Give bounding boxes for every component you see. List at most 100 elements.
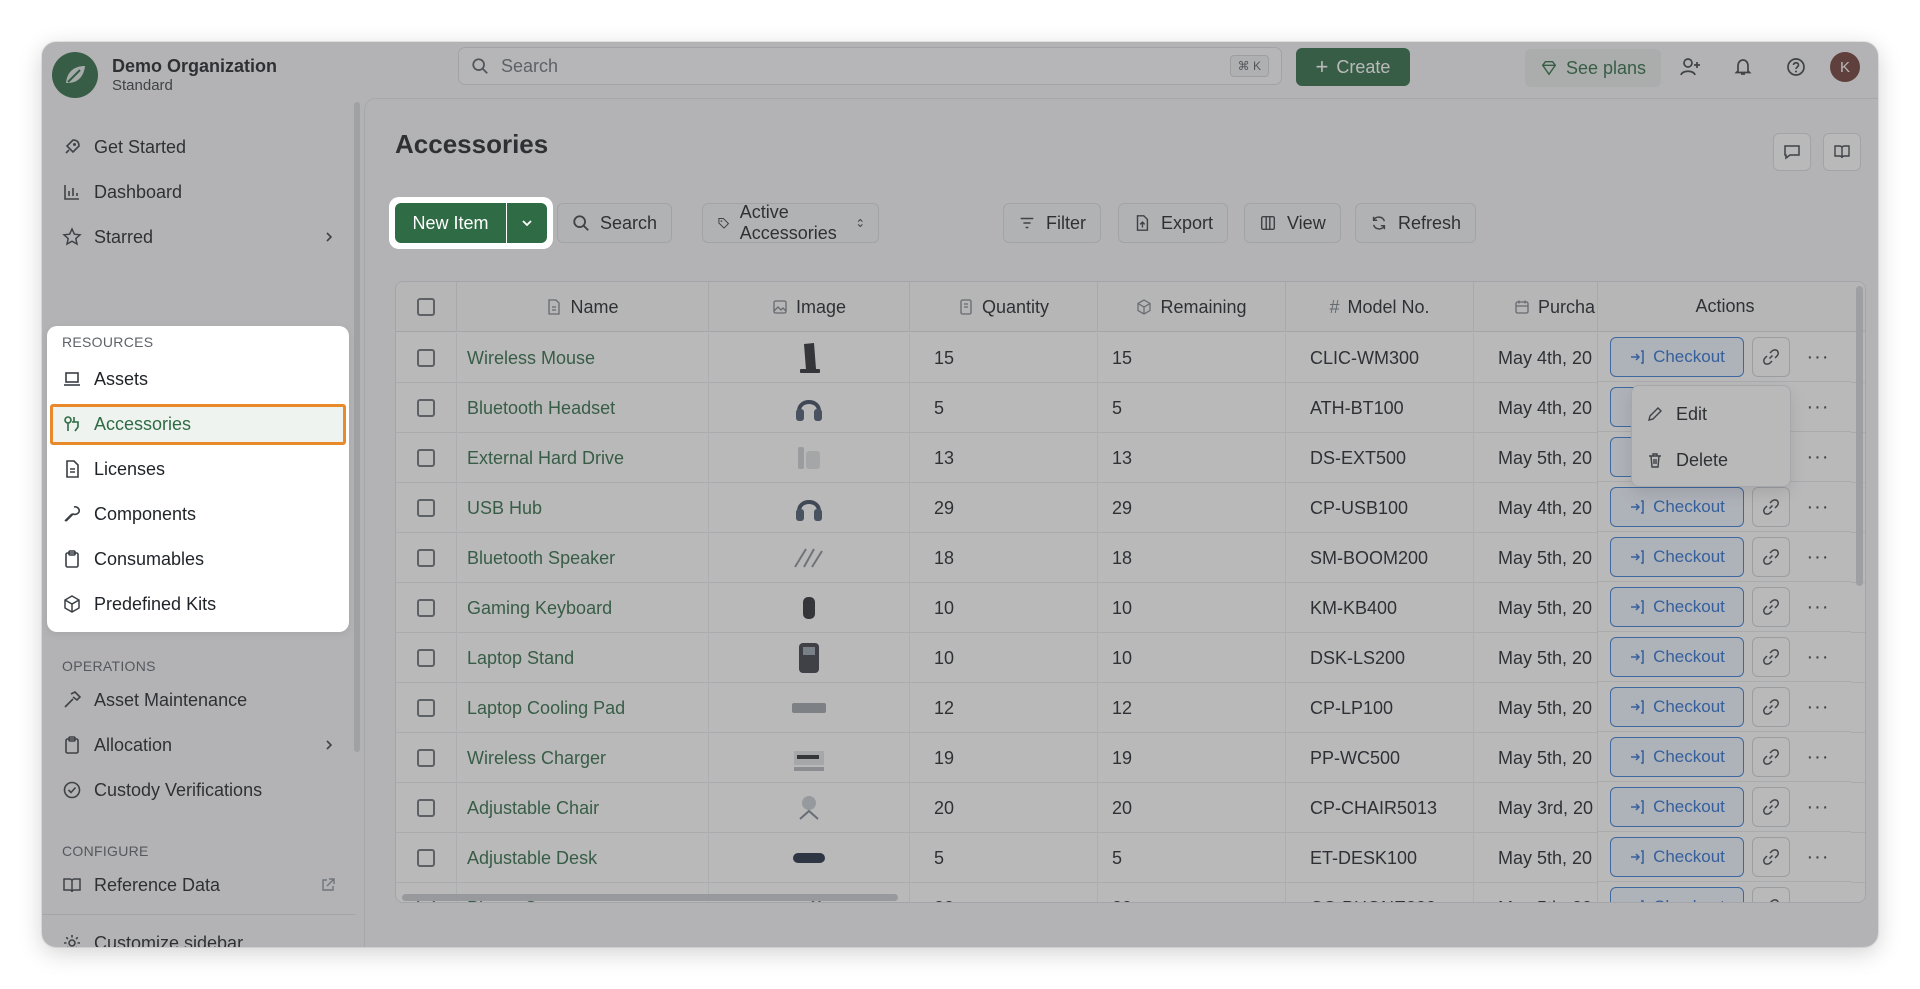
row-checkbox[interactable]	[417, 599, 435, 617]
help-icon[interactable]	[1783, 54, 1809, 80]
sidebar-item-allocation[interactable]: Allocation	[62, 730, 336, 760]
more-actions-icon[interactable]: ···	[1802, 837, 1834, 877]
link-button[interactable]	[1752, 337, 1790, 377]
row-checkbox[interactable]	[417, 699, 435, 717]
row-checkbox[interactable]	[417, 849, 435, 867]
row-checkbox[interactable]	[417, 799, 435, 817]
customize-sidebar-button[interactable]: Customize sidebar	[62, 928, 243, 947]
sidebar-item-consumables[interactable]: Consumables	[62, 544, 204, 574]
item-thumbnail[interactable]	[709, 683, 910, 733]
checkout-button[interactable]: Checkout	[1610, 737, 1744, 777]
sidebar-item-asset-maintenance[interactable]: Asset Maintenance	[62, 685, 247, 715]
menu-item-edit[interactable]: Edit	[1646, 399, 1707, 429]
create-button[interactable]: + Create	[1296, 48, 1410, 86]
more-actions-icon[interactable]: ···	[1802, 537, 1834, 577]
global-search-input[interactable]: Search ⌘ K	[458, 47, 1282, 85]
more-actions-icon[interactable]: ···	[1802, 687, 1834, 727]
row-checkbox[interactable]	[417, 649, 435, 667]
row-checkbox[interactable]	[417, 749, 435, 767]
checkout-button[interactable]: Checkout	[1610, 337, 1744, 377]
column-header-remaining[interactable]: Remaining	[1098, 282, 1286, 332]
item-thumbnail[interactable]	[709, 383, 910, 433]
item-thumbnail[interactable]	[709, 483, 910, 533]
item-name-link[interactable]: Wireless Mouse	[457, 333, 709, 383]
row-checkbox[interactable]	[417, 399, 435, 417]
item-thumbnail[interactable]	[709, 733, 910, 783]
link-button[interactable]	[1752, 887, 1790, 902]
link-button[interactable]	[1752, 737, 1790, 777]
filter-button[interactable]: Filter	[1003, 203, 1101, 243]
row-checkbox[interactable]	[417, 499, 435, 517]
item-thumbnail[interactable]	[709, 333, 910, 383]
item-name-link[interactable]: Adjustable Chair	[457, 783, 709, 833]
checkout-button[interactable]: Checkout	[1610, 637, 1744, 677]
checkout-button[interactable]: Checkout	[1610, 887, 1744, 902]
item-name-link[interactable]: USB Hub	[457, 483, 709, 533]
more-actions-icon[interactable]: ···	[1802, 637, 1834, 677]
more-actions-icon[interactable]: ···	[1802, 337, 1834, 377]
more-actions-icon[interactable]: ···	[1802, 487, 1834, 527]
more-actions-icon[interactable]: ···	[1802, 587, 1834, 627]
sidebar-scrollbar[interactable]	[354, 102, 360, 752]
link-button[interactable]	[1752, 637, 1790, 677]
item-thumbnail[interactable]	[709, 583, 910, 633]
item-name-link[interactable]: External Hard Drive	[457, 433, 709, 483]
new-item-button[interactable]: New Item	[395, 203, 506, 243]
new-item-dropdown-button[interactable]	[507, 203, 547, 243]
sidebar-item-starred[interactable]: Starred	[62, 222, 336, 252]
sidebar-item-reference-data[interactable]: Reference Data	[62, 870, 336, 900]
column-header-image[interactable]: Image	[709, 282, 910, 332]
docs-book-icon[interactable]	[1823, 133, 1861, 171]
checkout-button[interactable]: Checkout	[1610, 837, 1744, 877]
view-button[interactable]: View	[1244, 203, 1341, 243]
column-header-name[interactable]: Name	[457, 282, 709, 332]
checkout-button[interactable]: Checkout	[1610, 537, 1744, 577]
saved-view-select[interactable]: Active Accessories	[702, 202, 880, 243]
link-button[interactable]	[1752, 487, 1790, 527]
export-button[interactable]: Export	[1118, 203, 1229, 243]
item-thumbnail[interactable]	[709, 533, 910, 583]
bell-icon[interactable]	[1730, 54, 1756, 80]
sidebar-item-get-started[interactable]: Get Started	[62, 132, 186, 162]
sidebar-item-assets[interactable]: Assets	[62, 364, 148, 394]
more-actions-icon[interactable]: ···	[1802, 387, 1834, 427]
more-actions-icon[interactable]: ···	[1802, 437, 1834, 477]
link-button[interactable]	[1752, 537, 1790, 577]
see-plans-button[interactable]: See plans	[1525, 49, 1661, 87]
column-header-purchase[interactable]: Purcha	[1474, 282, 1597, 332]
item-thumbnail[interactable]	[709, 633, 910, 683]
select-all-checkbox[interactable]	[417, 298, 435, 316]
item-name-link[interactable]: Bluetooth Speaker	[457, 533, 709, 583]
sidebar-item-accessories[interactable]: Accessories	[62, 409, 191, 439]
item-thumbnail[interactable]	[709, 433, 910, 483]
comment-icon[interactable]	[1773, 133, 1811, 171]
search-button[interactable]: Search	[557, 203, 673, 243]
item-name-link[interactable]: Laptop Stand	[457, 633, 709, 683]
item-name-link[interactable]: Wireless Charger	[457, 733, 709, 783]
sidebar-item-components[interactable]: Components	[62, 499, 196, 529]
more-actions-icon[interactable]: ···	[1802, 887, 1834, 903]
link-button[interactable]	[1752, 787, 1790, 827]
more-actions-icon[interactable]: ···	[1802, 787, 1834, 827]
link-button[interactable]	[1752, 687, 1790, 727]
row-checkbox[interactable]	[417, 449, 435, 467]
menu-item-delete[interactable]: Delete	[1646, 445, 1728, 475]
column-header-model[interactable]: # Model No.	[1286, 282, 1474, 332]
item-name-link[interactable]: Adjustable Desk	[457, 833, 709, 883]
link-button[interactable]	[1752, 587, 1790, 627]
item-name-link[interactable]: Gaming Keyboard	[457, 583, 709, 633]
item-thumbnail[interactable]	[709, 783, 910, 833]
more-actions-icon[interactable]: ···	[1802, 737, 1834, 777]
checkout-button[interactable]: Checkout	[1610, 687, 1744, 727]
item-name-link[interactable]: Laptop Cooling Pad	[457, 683, 709, 733]
sidebar-item-dashboard[interactable]: Dashboard	[62, 177, 182, 207]
item-thumbnail[interactable]	[709, 833, 910, 883]
table-vertical-scrollbar[interactable]	[1856, 286, 1863, 586]
checkout-button[interactable]: Checkout	[1610, 487, 1744, 527]
sidebar-item-custody-verifications[interactable]: Custody Verifications	[62, 775, 262, 805]
item-name-link[interactable]: Bluetooth Headset	[457, 383, 709, 433]
user-avatar[interactable]: K	[1830, 52, 1860, 82]
checkout-button[interactable]: Checkout	[1610, 587, 1744, 627]
table-horizontal-scrollbar[interactable]	[402, 894, 898, 901]
refresh-button[interactable]: Refresh	[1355, 203, 1477, 243]
